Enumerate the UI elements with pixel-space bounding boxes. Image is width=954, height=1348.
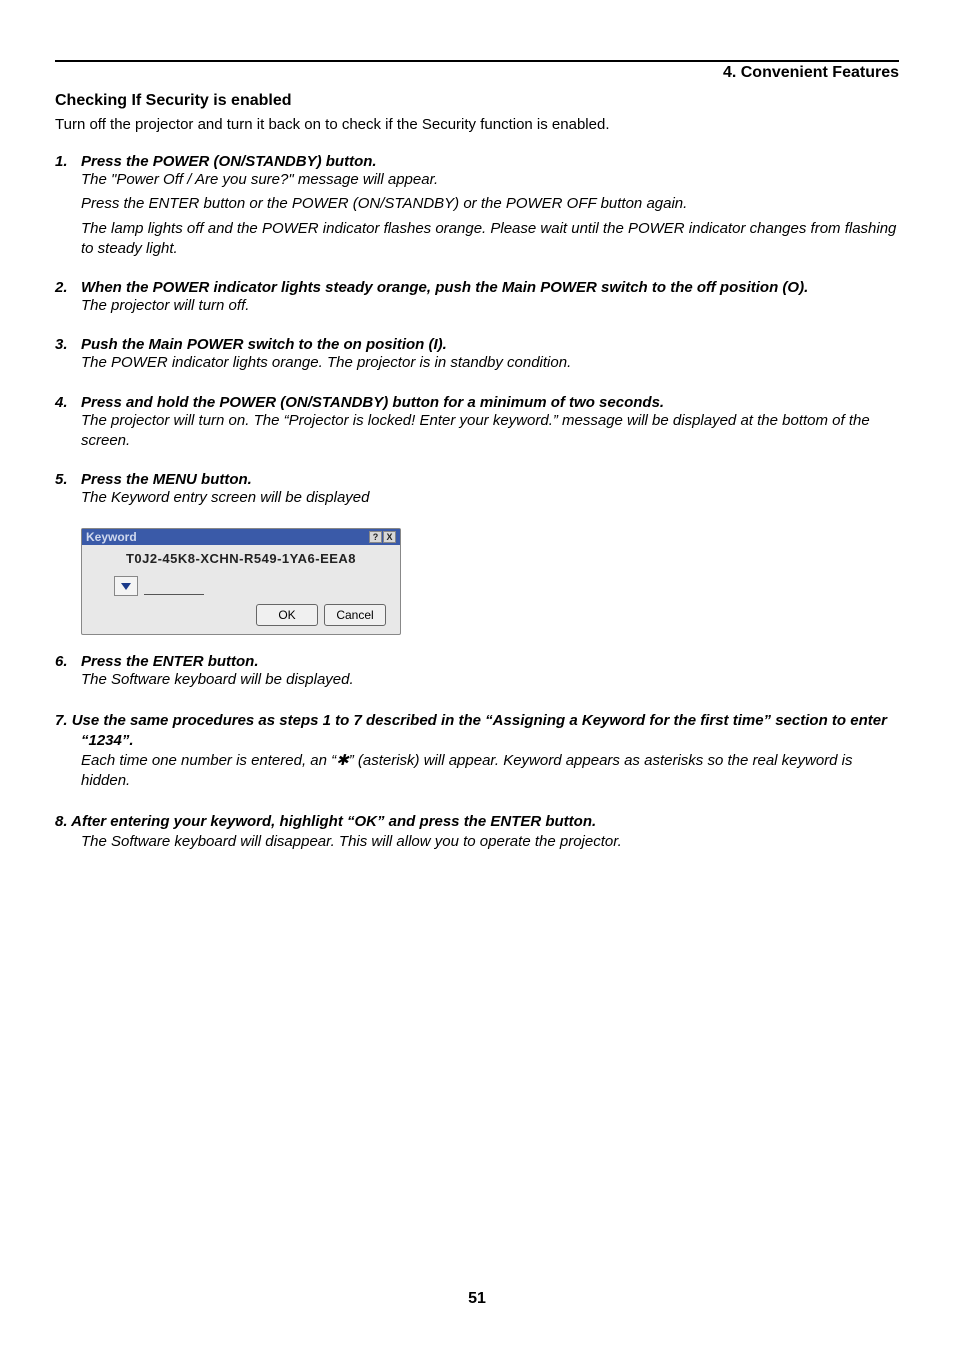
step-text: Press the ENTER button or the POWER (ON/…: [81, 194, 899, 214]
step-6: 6. Press the ENTER button. The Software …: [55, 653, 899, 690]
step-text: The POWER indicator lights orange. The p…: [81, 353, 899, 373]
cancel-button[interactable]: Cancel: [324, 604, 386, 626]
step-text: The projector will turn on. The “Project…: [81, 411, 899, 452]
chevron-down-icon: [120, 581, 132, 591]
keyword-input[interactable]: [144, 577, 204, 595]
step-text: The "Power Off / Are you sure?" message …: [81, 170, 899, 190]
keyboard-dropdown[interactable]: [114, 576, 138, 596]
step-1: 1. Press the POWER (ON/STANDBY) button. …: [55, 153, 899, 259]
step-number: 3.: [55, 336, 73, 353]
step-number: 2.: [55, 279, 73, 296]
ok-button[interactable]: OK: [256, 604, 318, 626]
serial-code: T0J2-45K8-XCHN-R549-1YA6-EEA8: [92, 551, 390, 566]
step-7: 7. Use the same procedures as steps 1 to…: [55, 711, 899, 792]
step-text: The Software keyboard will be displayed.: [81, 670, 899, 690]
step-heading: When the POWER indicator lights steady o…: [81, 279, 808, 296]
top-rule: [55, 60, 899, 62]
step-text: The Keyword entry screen will be display…: [81, 488, 899, 508]
step-heading: Use the same procedures as steps 1 to 7 …: [72, 712, 887, 749]
step-2: 2. When the POWER indicator lights stead…: [55, 279, 899, 316]
step-text: The projector will turn off.: [81, 296, 899, 316]
step-heading: Push the Main POWER switch to the on pos…: [81, 336, 447, 353]
step-number: 7.: [55, 712, 68, 729]
step-text: The lamp lights off and the POWER indica…: [81, 219, 899, 260]
section-header: 4. Convenient Features: [55, 64, 899, 82]
page-number: 51: [0, 1290, 954, 1308]
intro-text: Turn off the projector and turn it back …: [55, 116, 899, 133]
step-heading: Press and hold the POWER (ON/STANDBY) bu…: [81, 394, 664, 411]
help-button[interactable]: ?: [369, 531, 382, 543]
step-heading: Press the ENTER button.: [81, 653, 259, 670]
step-number: 8.: [55, 813, 68, 830]
step-number: 4.: [55, 394, 73, 411]
step-number: 6.: [55, 653, 73, 670]
step-heading: Press the POWER (ON/STANDBY) button.: [81, 153, 377, 170]
step-8: 8. After entering your keyword, highligh…: [55, 812, 899, 853]
step-number: 1.: [55, 153, 73, 170]
step-text: The Software keyboard will disappear. Th…: [81, 832, 899, 852]
step-heading: After entering your keyword, highlight “…: [71, 813, 596, 830]
step-text: Each time one number is entered, an “✱” …: [81, 751, 899, 792]
step-5: 5. Press the MENU button. The Keyword en…: [55, 471, 899, 508]
keyword-dialog: Keyword ? X T0J2-45K8-XCHN-R549-1YA6-EEA…: [81, 528, 401, 635]
dialog-titlebar: Keyword ? X: [82, 529, 400, 545]
step-4: 4. Press and hold the POWER (ON/STANDBY)…: [55, 394, 899, 452]
page-title: Checking If Security is enabled: [55, 92, 899, 110]
step-number: 5.: [55, 471, 73, 488]
step-3: 3. Push the Main POWER switch to the on …: [55, 336, 899, 373]
close-button[interactable]: X: [383, 531, 396, 543]
step-heading: Press the MENU button.: [81, 471, 252, 488]
dialog-title: Keyword: [86, 530, 137, 544]
